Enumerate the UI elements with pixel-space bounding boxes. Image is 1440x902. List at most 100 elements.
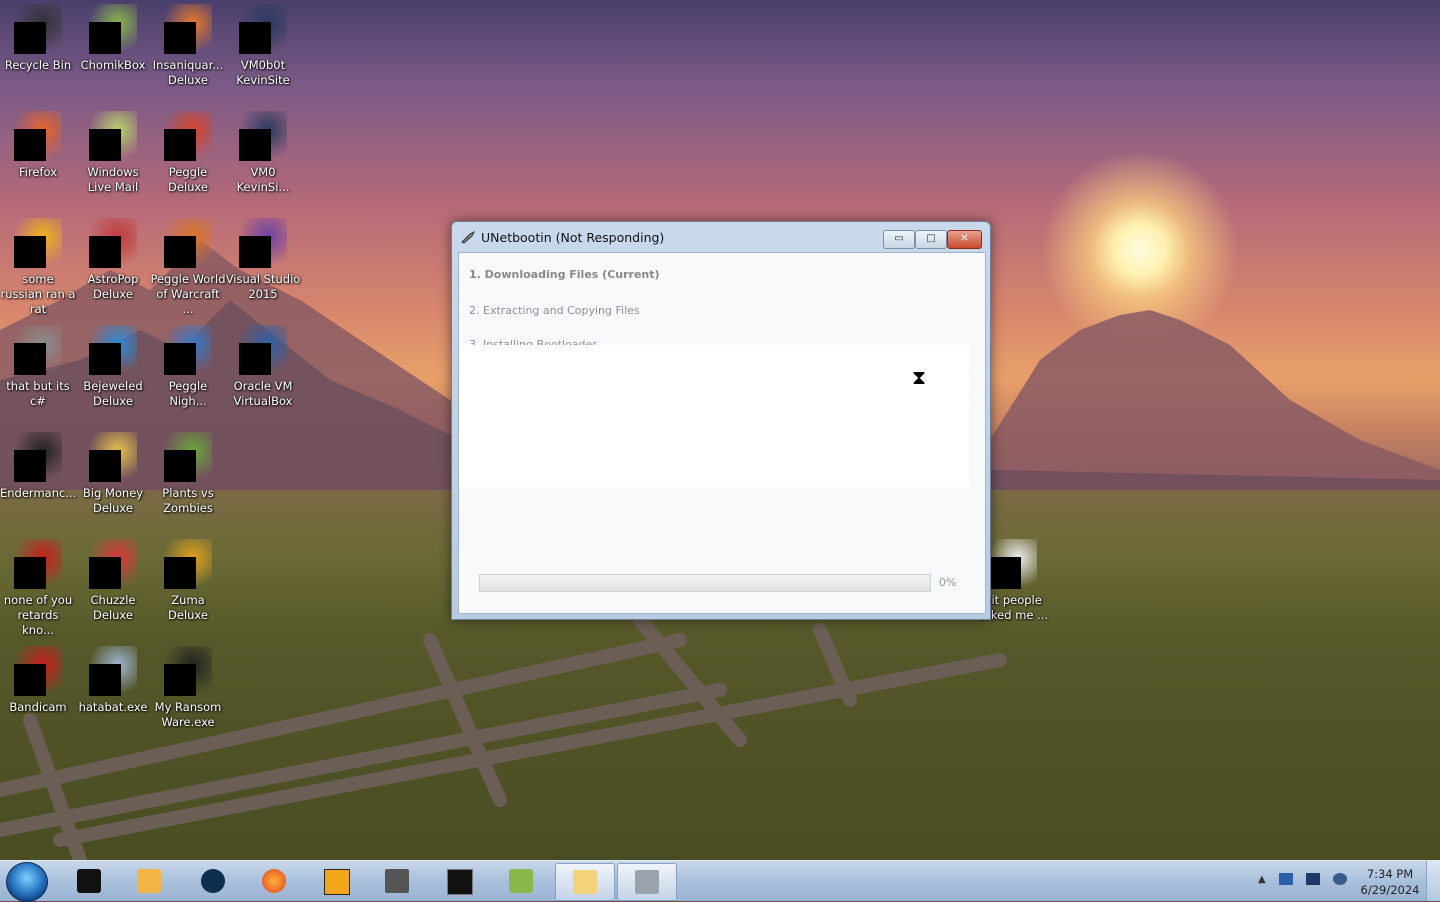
tray-area[interactable]: ▲ [1258,873,1348,885]
desktop-icon[interactable]: Chuzzle Deluxe [75,535,151,623]
desktop-icon[interactable]: Firefox [0,107,76,180]
peggle-nights-icon [164,325,212,375]
maximize-button[interactable]: □ [915,230,947,249]
console-icon [14,432,62,482]
redaction-block [89,129,121,161]
window-stack-icon [14,325,62,375]
firefox-icon [14,111,62,161]
start-orb-icon[interactable] [6,862,48,902]
desktop-icon[interactable]: some russian ran a rat [0,214,76,317]
desktop-icon[interactable]: Big Money Deluxe [75,428,151,516]
taskbar-media-player[interactable] [120,863,178,899]
visual-studio-icon [239,218,287,268]
taskbar-de-app[interactable] [307,863,365,899]
desktop-icon-label: hatabat.exe [78,700,148,714]
desktop-icon-label: Firefox [18,165,58,179]
desktop-icon-label: Endermanc... [0,486,77,500]
desktop-icon-label: Oracle VM VirtualBox [233,379,293,408]
media-player-icon [137,869,161,893]
redaction-block [164,557,196,589]
unetbootin-icon [461,230,476,244]
desktop-icon[interactable]: AstroPop Deluxe [75,214,151,302]
desktop-icon[interactable]: Zuma Deluxe [150,535,226,623]
desktop-icon[interactable]: Endermanc... [0,428,76,501]
desktop-icon[interactable]: Plants vs Zombies [150,428,226,516]
desktop-icon-label: AstroPop Deluxe [87,272,139,301]
redaction-block [14,129,46,161]
desktop-icon-label: VM0 KevinSi... [236,165,290,194]
window-title: UNetbootin (Not Responding) [481,230,665,245]
vm-shortcut-icon [239,111,287,161]
desktop-icon[interactable]: Insaniquar... Deluxe [150,0,226,88]
taskbar-explorer[interactable] [555,863,615,901]
taskbar-black-box[interactable] [60,863,118,899]
desktop-icon[interactable]: VM0 KevinSi... [225,107,301,195]
red-circle-icon [14,539,62,589]
taskbar-globe[interactable] [184,863,242,899]
desktop-icon-label: Chuzzle Deluxe [90,593,136,622]
desktop-icon[interactable]: that but its c# [0,321,76,409]
desktop-icon-label: Visual Studio 2015 [225,272,301,301]
console-icon [447,869,473,895]
explorer-icon [573,870,597,894]
redaction-block [89,22,121,54]
desktop-icon-label: Zuma Deluxe [168,593,208,622]
desktop-icon[interactable]: Bandicam [0,642,76,715]
peggle-icon [164,111,212,161]
redaction-block [89,236,121,268]
desktop-icon-label: Bandicam [9,700,67,714]
desktop-icon[interactable]: Visual Studio 2015 [225,214,301,302]
taskbar-windows[interactable] [368,863,426,899]
clock-time: 7:34 PM [1366,867,1414,881]
desktop-icon[interactable]: Peggle World of Warcraft ... [150,214,226,317]
show-desktop-button[interactable] [1426,861,1440,901]
redaction-block [239,343,271,375]
desktop-icon-label: that but its c# [6,379,70,408]
window-titlebar[interactable]: UNetbootin (Not Responding) ▭ □ ✕ [452,222,990,252]
folder-icon [14,218,62,268]
recycle-bin-icon [14,4,62,54]
clock-date: 6/29/2024 [1360,883,1420,897]
tray-network-icon[interactable] [1306,873,1321,885]
desktop-icon-label: VM0b0t KevinSite [236,58,290,87]
desktop-icon-label: Insaniquar... Deluxe [152,58,224,87]
desktop-icon[interactable]: My Ransom Ware.exe [150,642,226,730]
minimize-button[interactable]: ▭ [883,230,915,249]
chomikbox-icon [509,869,533,893]
insaniquarium-icon [164,4,212,54]
desktop-icon[interactable]: ChomikBox [75,0,151,73]
desktop-icon[interactable]: Peggle Deluxe [150,107,226,195]
big-money-icon [89,432,137,482]
desktop-icon[interactable]: none of you retards kno... [0,535,76,638]
taskbar-chomikbox[interactable] [492,863,550,899]
bejeweled-icon [89,325,137,375]
tray-volume-icon[interactable] [1333,873,1348,885]
window-stack-icon [385,869,409,893]
tray-arrow-icon[interactable]: ▲ [1258,874,1266,885]
desktop-icon-label: Peggle World of Warcraft ... [150,272,226,316]
astropop-icon [89,218,137,268]
taskbar-clock[interactable]: 7:34 PM 6/29/2024 [1350,866,1430,898]
desktop-icon[interactable]: VM0b0t KevinSite [225,0,301,88]
desktop-icon-label: Peggle Nigh... [168,379,208,408]
virtualbox-icon [239,325,287,375]
desktop-icon[interactable]: Oracle VM VirtualBox [225,321,301,409]
desktop-icon[interactable]: Bejeweled Deluxe [75,321,151,409]
desktop-icon[interactable]: Recycle Bin [0,0,76,73]
tray-flag-icon[interactable] [1278,873,1293,885]
close-button[interactable]: ✕ [947,230,982,249]
unetbootin-window[interactable]: UNetbootin (Not Responding) ▭ □ ✕ 1. Dow… [451,221,991,620]
redaction-block [164,450,196,482]
vm-shortcut-icon [239,4,287,54]
taskbar-firefox[interactable] [245,863,303,899]
desktop-icon[interactable]: Windows Live Mail [75,107,151,195]
step-extracting: 2. Extracting and Copying Files [469,304,640,317]
taskbar-unetbootin[interactable] [617,863,677,901]
taskbar-console[interactable] [430,863,488,899]
window-client-area: 1. Downloading Files (Current) 2. Extrac… [458,252,986,614]
chuzzle-icon [89,539,137,589]
redaction-block [14,22,46,54]
desktop-icon-label: Windows Live Mail [87,165,139,194]
desktop-icon[interactable]: Peggle Nigh... [150,321,226,409]
desktop-icon[interactable]: hatabat.exe [75,642,151,715]
